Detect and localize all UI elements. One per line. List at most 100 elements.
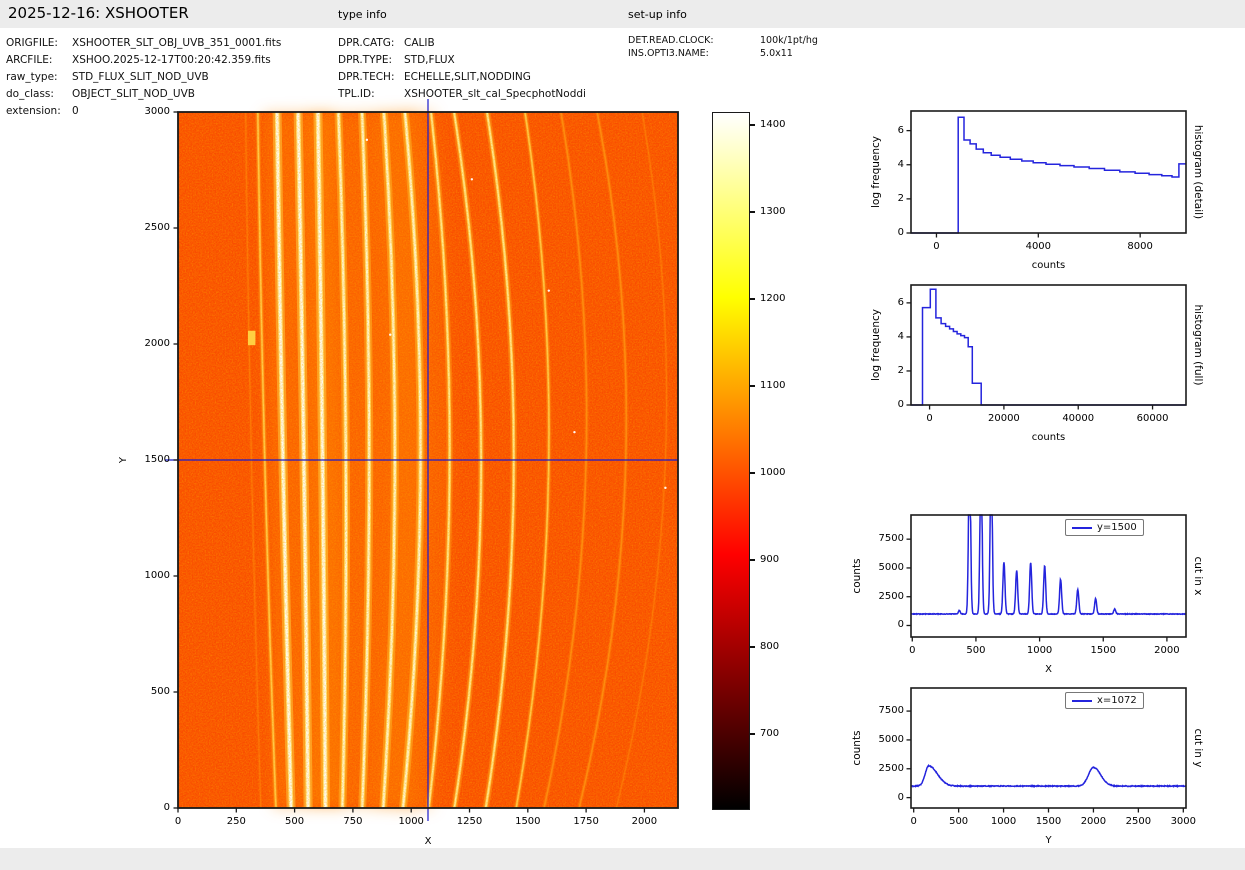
meta-row-arcfile: ARCFILE: XSHOO.2025-12-17T00:20:42.359.fi… [6,52,281,69]
tick-label: 60000 [1136,413,1169,424]
y-axis-label: log frequency [870,309,882,382]
tick-label: 3000 [144,106,170,117]
cosmic-speck [664,486,667,490]
meta-label: raw_type: [6,71,58,83]
tick-label: 40000 [1062,413,1095,424]
plot-line [911,288,1186,406]
tick-label: 700 [760,728,780,740]
tick-label: 1500 [144,454,170,465]
x-axis-label: counts [1031,260,1066,271]
meta-value: CALIB [404,37,435,49]
tick-label: 0 [909,645,916,656]
tick-mark [750,559,755,561]
meta-value: STD_FLUX_SLIT_NOD_UVB [72,71,209,83]
tick-label: 5000 [878,733,904,745]
tick-label: 7500 [878,533,904,545]
colorbar [712,112,750,810]
meta-row-dprtech: DPR.TECH: ECHELLE,SLIT,NODDING [338,69,586,86]
histogram-detail-plot [906,110,1187,238]
tick-label: 1200 [760,293,786,305]
right-axis-label: histogram (full) [1192,304,1204,386]
tick-label: 4000 [1025,241,1052,252]
tick-label: 1000 [760,467,786,479]
legend-line-sample [1072,526,1092,529]
legend-cut-in-y: x=1072 [1065,692,1144,709]
tick-label: 900 [760,554,780,566]
legend-cut-in-x: y=1500 [1065,519,1144,536]
meta-value: 0 [72,105,79,117]
tick-label: 0 [897,791,904,803]
right-axis-label: cut in y [1192,728,1204,768]
tick-mark [750,385,755,387]
tick-label: 1750 [573,816,599,827]
tick-label: 1500 [1090,645,1116,656]
tick-label: 0 [910,816,917,827]
tick-label: 2500 [878,590,904,602]
y-axis-label: log frequency [870,136,882,209]
x-axis-label: counts [1031,432,1066,443]
tick-label: 0 [926,413,933,424]
meta-label: ARCFILE: [6,54,53,66]
plot-line [911,514,1187,616]
tick-label: 1100 [760,380,786,392]
tick-label: 1500 [515,816,541,827]
meta-row-dprcatg: DPR.CATG: CALIB [338,35,586,52]
meta-label: INS.OPTI3.NAME: [628,47,709,59]
tick-label: 500 [966,645,986,656]
meta-row-rawtype: raw_type: STD_FLUX_SLIT_NOD_UVB [6,69,281,86]
meta-row-opti3: INS.OPTI3.NAME: 5.0x11 [628,48,818,61]
meta-value: 5.0x11 [760,47,793,59]
tick-label: 20000 [987,413,1020,424]
tick-label: 0 [174,816,182,827]
tick-mark [750,298,755,300]
meta-label: extension: [6,105,61,117]
tick-label: 2500 [1125,816,1152,827]
cosmic-speck [389,333,392,336]
meta-row-readclock: DET.READ.CLOCK: 100k/1pt/hg [628,35,818,48]
y-axis-label: counts [851,730,863,766]
tick-mark [750,211,755,213]
y-axis-label: counts [851,558,863,594]
meta-label: DET.READ.CLOCK: [628,35,714,46]
meta-value: STD,FLUX [404,54,455,66]
tick-label: 0 [897,619,904,631]
footer-bar: powered by QC: www.eso.org/HC created by… [0,848,1245,870]
tick-label: 1300 [760,206,786,218]
tick-mark [750,733,755,735]
tick-label: 800 [760,641,780,653]
histogram-full-plot [906,284,1187,410]
plot-frame [910,110,1187,234]
y-axis-label: Y [118,456,129,464]
tick-label: 1000 [1026,645,1053,656]
tick-label: 1250 [456,816,483,827]
tick-label: 1000 [990,816,1017,827]
meta-value: ECHELLE,SLIT,NODDING [404,71,531,83]
tick-label: 2000 [1154,645,1180,656]
right-axis-label: histogram (detail) [1192,124,1204,220]
tick-label: 250 [226,816,246,827]
tick-label: 1500 [1035,816,1062,827]
bright-artifact [247,330,256,346]
page-title: 2025-12-16: XSHOOTER [8,4,189,22]
x-axis-label: X [424,836,432,847]
tick-label: 2000 [631,816,658,827]
setup-info-heading: set-up info [628,8,687,21]
tick-label: 1000 [144,570,170,581]
plot-frame [910,514,1187,638]
cosmic-speck [365,138,369,142]
type-info-heading: type info [338,8,387,21]
tick-label: 2000 [144,338,170,349]
cut-in-x-plot [906,514,1187,642]
x-axis-label: Y [1045,835,1052,846]
x-axis-label: X [1045,664,1052,675]
cosmic-speck [547,289,551,292]
tick-label: 1000 [398,816,424,827]
plot-line [910,763,1187,789]
tick-label: 0 [933,241,940,252]
meta-label: do_class: [6,88,54,100]
meta-row-origfile: ORIGFILE: XSHOOTER_SLT_OBJ_UVB_351_0001.f… [6,35,281,52]
setup-info-block: DET.READ.CLOCK: 100k/1pt/hg INS.OPTI3.NAM… [628,35,818,60]
tick-mark [750,646,755,648]
tick-mark [750,472,755,474]
plot-line [911,116,1186,234]
